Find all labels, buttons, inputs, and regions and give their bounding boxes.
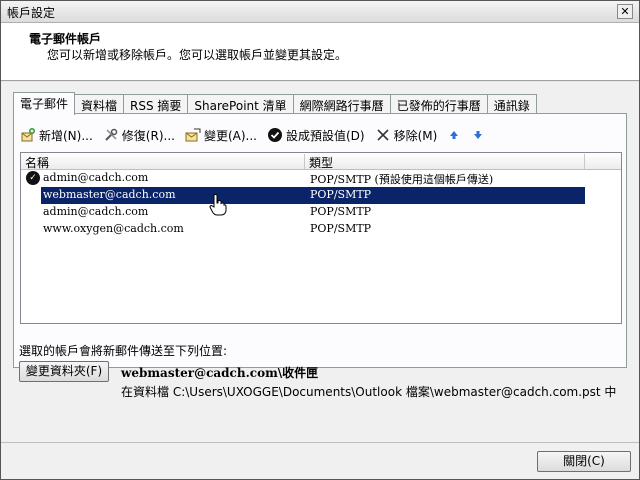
close-icon[interactable]: ✕ (617, 4, 633, 19)
account-row[interactable]: www.oxygen@cadch.com POP/SMTP (21, 221, 621, 238)
change-folder-button[interactable]: 變更資料夾(F) (19, 361, 109, 382)
account-type: POP/SMTP (310, 205, 372, 218)
set-default-button[interactable]: 設成預設值(D) (267, 127, 365, 144)
account-settings-window: 帳戶設定 ✕ 電子郵件帳戶 您可以新增或移除帳戶。您可以選取帳戶並變更其設定。 … (0, 0, 640, 480)
arrow-down-icon[interactable] (471, 128, 485, 142)
account-row[interactable]: ✓ admin@cadch.com POP/SMTP (預設使用這個帳戶傳送) (21, 170, 621, 187)
account-row-selected[interactable]: webmaster@cadch.com POP/SMTP (21, 187, 621, 204)
dialog-body: 電子郵件 資料檔 RSS 摘要 SharePoint 清單 網際網路行事曆 已發… (1, 82, 639, 442)
account-toolbar: 新增(N)... 修復(R)... 變更(A)... 設成預設值(D) 移除(M… (20, 124, 495, 146)
checkmark-circle-icon (267, 127, 283, 143)
header-title: 電子郵件帳戶 (29, 32, 102, 46)
change-button[interactable]: 變更(A)... (185, 127, 257, 144)
account-list: 名稱 類型 ✓ admin@cadch.com POP/SMTP (預設使用這個… (20, 152, 622, 324)
title-bar: 帳戶設定 ✕ (1, 1, 639, 23)
repair-button[interactable]: 修復(R)... (103, 127, 175, 144)
delivery-location-label: 選取的帳戶會將新郵件傳送至下列位置: (19, 344, 228, 358)
header-description: 您可以新增或移除帳戶。您可以選取帳戶並變更其設定。 (47, 48, 348, 62)
new-account-icon (20, 127, 36, 143)
new-button[interactable]: 新增(N)... (20, 127, 93, 144)
account-row[interactable]: admin@cadch.com POP/SMTP (21, 204, 621, 221)
delivery-file-path: 在資料檔 C:\Users\UXOGGE\Documents\Outlook 檔… (121, 385, 617, 399)
delivery-folder: webmaster@cadch.com\收件匣 (121, 366, 319, 380)
default-account-icon: ✓ (26, 171, 40, 185)
hand-pointer-icon (209, 194, 227, 216)
column-header-name[interactable]: 名稱 (21, 154, 305, 170)
remove-x-icon (375, 127, 391, 143)
tab-sharepoint-lists[interactable]: SharePoint 清單 (187, 94, 294, 114)
tab-published-calendars[interactable]: 已發佈的行事曆 (389, 94, 488, 114)
change-account-icon (185, 127, 201, 143)
arrow-up-icon[interactable] (447, 128, 461, 142)
account-type: POP/SMTP (310, 222, 372, 235)
dialog-footer: 關閉(C) (1, 442, 639, 479)
account-type: POP/SMTP (預設使用這個帳戶傳送) (310, 173, 494, 186)
list-header: 名稱 類型 (21, 153, 621, 170)
account-name: admin@cadch.com (43, 171, 149, 184)
column-header-type[interactable]: 類型 (305, 154, 585, 170)
tab-internet-calendars[interactable]: 網際網路行事曆 (292, 94, 391, 114)
tools-icon (103, 127, 119, 143)
account-name: www.oxygen@cadch.com (43, 222, 184, 235)
email-tab-panel: 新增(N)... 修復(R)... 變更(A)... 設成預設值(D) 移除(M… (13, 113, 627, 368)
remove-label: 移除(M) (393, 128, 438, 143)
set-default-label: 設成預設值(D) (285, 128, 365, 143)
tab-rss-feeds[interactable]: RSS 摘要 (123, 94, 189, 114)
change-label: 變更(A)... (203, 128, 257, 143)
remove-button[interactable]: 移除(M) (375, 127, 438, 144)
new-label: 新增(N)... (39, 128, 93, 143)
tab-data-files[interactable]: 資料檔 (74, 94, 125, 114)
account-name: admin@cadch.com (43, 205, 149, 218)
close-button[interactable]: 關閉(C) (537, 451, 631, 472)
tab-address-books[interactable]: 通訊錄 (486, 94, 537, 114)
window-title: 帳戶設定 (7, 6, 56, 20)
account-name: webmaster@cadch.com (43, 188, 176, 201)
tab-email[interactable]: 電子郵件 (13, 92, 76, 115)
account-type: POP/SMTP (310, 188, 372, 201)
repair-label: 修復(R)... (121, 128, 175, 143)
dialog-header: 電子郵件帳戶 您可以新增或移除帳戶。您可以選取帳戶並變更其設定。 (1, 23, 639, 81)
tab-strip: 電子郵件 資料檔 RSS 摘要 SharePoint 清單 網際網路行事曆 已發… (13, 92, 537, 115)
